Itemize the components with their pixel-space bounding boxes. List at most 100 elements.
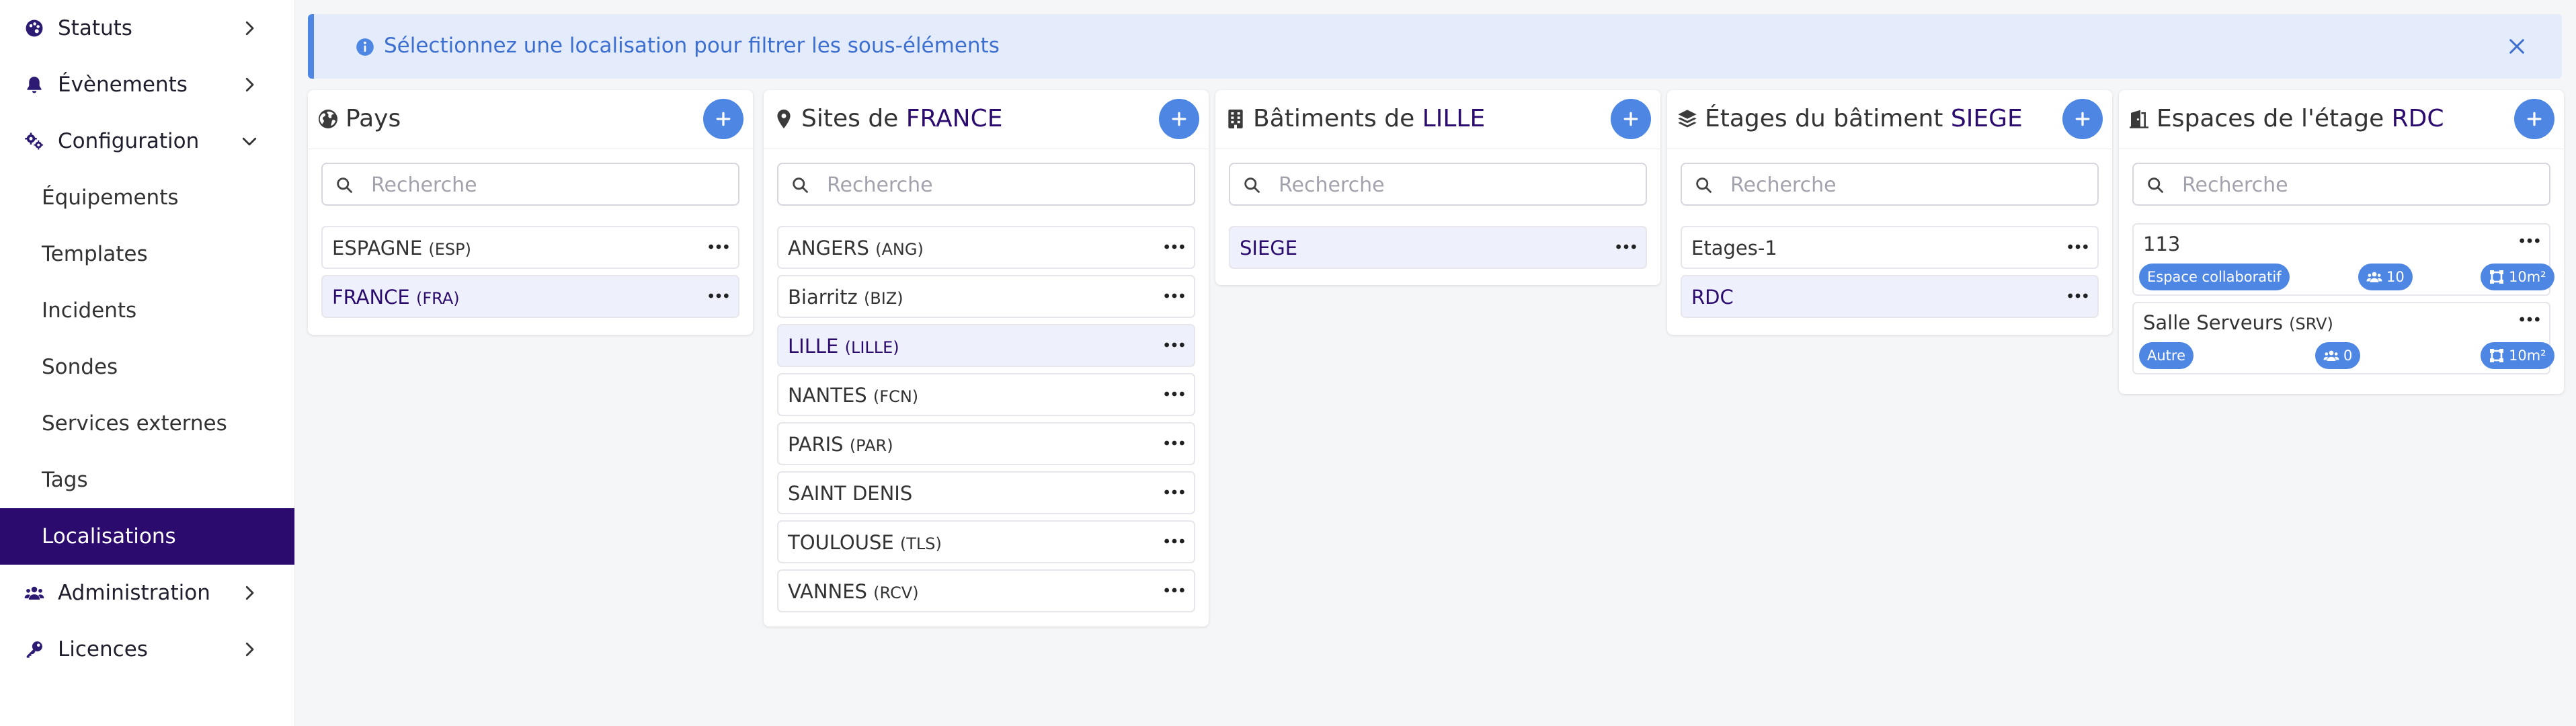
plus-icon: [2075, 112, 2090, 126]
item-label: 113: [2143, 233, 2180, 255]
search-box: [2132, 163, 2550, 206]
item-name: 113: [2143, 233, 2181, 255]
sidebar-item-configuration[interactable]: Configuration: [0, 113, 294, 169]
add-site-button[interactable]: [1159, 99, 1199, 139]
item-code: (TLS): [899, 534, 942, 553]
search-input[interactable]: [1729, 171, 2088, 199]
sidebar-item-tags[interactable]: Tags: [0, 452, 294, 508]
batiments-list: SIEGE: [1229, 226, 1647, 275]
chevron-right-icon: [239, 18, 259, 38]
list-item[interactable]: ESPAGNE (ESP): [321, 226, 739, 269]
espace-card[interactable]: Salle Serveurs (SRV) Autre 0 10m²: [2132, 302, 2554, 374]
item-name: LILLE: [788, 335, 839, 358]
list-item[interactable]: PARIS (PAR): [777, 422, 1195, 465]
vector-square-icon: [2490, 349, 2503, 362]
search-input[interactable]: [1277, 171, 1636, 199]
sidebar-item-label: Incidents: [42, 298, 137, 323]
list-item[interactable]: NANTES (FCN): [777, 373, 1195, 416]
list-item[interactable]: TOULOUSE (TLS): [777, 520, 1195, 563]
panel-title-prefix: Étages du bâtiment: [1705, 105, 1951, 132]
item-label: ESPAGNE (ESP): [332, 237, 471, 259]
search-box: [1681, 163, 2099, 206]
espace-card[interactable]: 113 Espace collaboratif 10 10m²: [2132, 223, 2554, 296]
area-badge: 10m²: [2481, 342, 2554, 369]
ellipsis-icon[interactable]: [2518, 311, 2541, 327]
chevron-down-icon: [239, 131, 259, 151]
search-input[interactable]: [2181, 171, 2540, 199]
list-item[interactable]: FRANCE (FRA): [321, 275, 739, 318]
list-item[interactable]: Biarritz (BIZ): [777, 275, 1195, 318]
sidebar-item-administration[interactable]: Administration: [0, 565, 294, 621]
search-icon: [2146, 175, 2165, 194]
ellipsis-icon[interactable]: [1163, 484, 1186, 500]
sidebar-item-label: Administration: [58, 581, 210, 605]
sidebar-item-localisations[interactable]: Localisations: [0, 508, 294, 565]
list-item[interactable]: SIEGE: [1229, 226, 1647, 269]
item-label: PARIS (PAR): [788, 433, 893, 456]
list-item[interactable]: ANGERS (ANG): [777, 226, 1195, 269]
item-label: FRANCE (FRA): [332, 286, 460, 309]
ellipsis-icon[interactable]: [2066, 239, 2089, 255]
ellipsis-icon[interactable]: [1163, 337, 1186, 353]
panel-title-highlight: SIEGE: [1950, 105, 2023, 132]
info-icon: [356, 38, 374, 56]
sidebar-item-equipements[interactable]: Équipements: [0, 169, 294, 226]
panel-pays: Pays ESPAGNE (ESP) FRANCE (FRA): [308, 90, 753, 335]
add-espace-button[interactable]: [2514, 99, 2554, 139]
list-item[interactable]: SAINT DENIS: [777, 471, 1195, 514]
item-label: NANTES (FCN): [788, 384, 918, 407]
layers-icon: [1677, 108, 1698, 130]
list-item[interactable]: VANNES (RCV): [777, 569, 1195, 612]
add-etage-button[interactable]: [2062, 99, 2103, 139]
item-label: TOULOUSE (TLS): [788, 531, 942, 554]
palette-icon: [24, 18, 44, 38]
item-code: (FCN): [873, 387, 919, 406]
item-code: (ESP): [428, 240, 472, 259]
add-pays-button[interactable]: [703, 99, 743, 139]
sidebar-item-statuts[interactable]: Statuts: [0, 0, 294, 56]
sidebar-item-templates[interactable]: Templates: [0, 226, 294, 282]
search-box: [1229, 163, 1647, 206]
globe-icon: [317, 108, 339, 130]
ellipsis-icon[interactable]: [1615, 239, 1638, 255]
ellipsis-icon[interactable]: [1163, 533, 1186, 549]
item-label: Biarritz (BIZ): [788, 286, 903, 309]
ellipsis-icon[interactable]: [2066, 288, 2089, 304]
search-input[interactable]: [826, 171, 1184, 199]
add-batiment-button[interactable]: [1611, 99, 1651, 139]
key-icon: [24, 639, 44, 659]
ellipsis-icon[interactable]: [1163, 288, 1186, 304]
item-label: Etages-1: [1691, 237, 1777, 259]
item-code: (SRV): [2289, 315, 2333, 333]
door-icon: [2128, 108, 2150, 130]
alert-message: Sélectionnez une localisation pour filtr…: [384, 34, 1000, 58]
ellipsis-icon[interactable]: [1163, 582, 1186, 598]
search-icon: [791, 175, 809, 194]
item-label: SAINT DENIS: [788, 482, 912, 505]
ellipsis-icon[interactable]: [707, 288, 730, 304]
sidebar-item-licences[interactable]: Licences: [0, 621, 294, 678]
list-item[interactable]: Etages-1: [1681, 226, 2099, 269]
sidebar-item-label: Configuration: [58, 129, 200, 153]
ellipsis-icon[interactable]: [2518, 233, 2541, 249]
ellipsis-icon[interactable]: [707, 239, 730, 255]
capacity-badge: 0: [2315, 342, 2361, 369]
item-name: Salle Serveurs: [2143, 311, 2283, 334]
ellipsis-icon[interactable]: [1163, 435, 1186, 451]
item-code: (PAR): [849, 436, 893, 455]
item-label: ANGERS (ANG): [788, 237, 924, 259]
sidebar-item-sondes[interactable]: Sondes: [0, 339, 294, 395]
sidebar-item-services-externes[interactable]: Services externes: [0, 395, 294, 452]
list-item[interactable]: RDC: [1681, 275, 2099, 318]
panel-title-prefix: Bâtiments de: [1253, 105, 1422, 132]
sidebar-item-label: Tags: [42, 468, 88, 492]
close-icon[interactable]: [2506, 36, 2528, 57]
sidebar-item-evenements[interactable]: Évènements: [0, 56, 294, 113]
sidebar-item-incidents[interactable]: Incidents: [0, 282, 294, 339]
search-input[interactable]: [370, 171, 729, 199]
ellipsis-icon[interactable]: [1163, 386, 1186, 402]
list-item[interactable]: LILLE (LILLE): [777, 324, 1195, 367]
ellipsis-icon[interactable]: [1163, 239, 1186, 255]
panel-header: Sites de FRANCE: [764, 90, 1209, 149]
panel-header: Espaces de l'étage RDC: [2119, 90, 2564, 149]
